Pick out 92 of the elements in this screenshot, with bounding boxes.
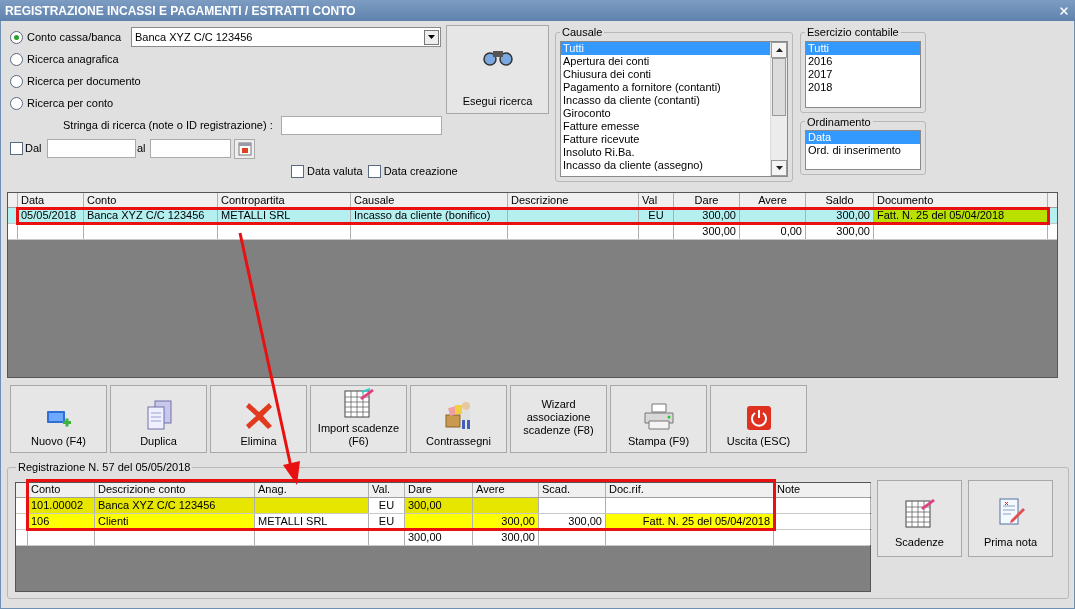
table-cell: EU: [639, 208, 674, 223]
radio-label[interactable]: Ricerca anagrafica: [27, 50, 119, 68]
table-cell: 300,00: [674, 208, 740, 223]
list-item[interactable]: 2018: [806, 80, 920, 94]
column-header[interactable]: Saldo: [806, 193, 874, 207]
column-header[interactable]: Scad.: [539, 482, 606, 497]
column-header[interactable]: Avere: [473, 482, 539, 497]
column-header[interactable]: Val.: [369, 482, 405, 497]
search-field[interactable]: [280, 116, 442, 135]
table-cell: METALLI SRL: [218, 208, 351, 223]
radio-button[interactable]: [10, 30, 23, 44]
list-item[interactable]: Fatture ricevute: [561, 132, 770, 146]
up-arrow-icon: [775, 47, 783, 52]
field-label: al: [136, 141, 147, 157]
table-cell: Banca XYZ C/C 123456: [84, 208, 218, 223]
checkbox-label[interactable]: Data valuta: [307, 163, 363, 180]
calendar-icon: [237, 141, 252, 156]
binoculars-icon: [482, 48, 513, 66]
list-item[interactable]: Pagamento a fornitore (contanti): [561, 80, 770, 94]
checkbox-label[interactable]: Data creazione: [383, 163, 458, 180]
radio-button[interactable]: [10, 52, 23, 66]
checkbox-label[interactable]: Dal: [25, 140, 47, 157]
toolbar-button[interactable]: Nuovo (F4): [10, 385, 107, 453]
table-cell: 0,00: [740, 224, 806, 239]
date-field[interactable]: [150, 139, 231, 158]
account-dropdown[interactable]: Banca XYZ C/C 123456: [131, 27, 441, 47]
table-cell: Incasso da cliente (bonifico): [351, 208, 508, 223]
list-item[interactable]: Incasso da cliente (contanti): [561, 93, 770, 107]
checkbox[interactable]: [291, 165, 304, 178]
checkbox[interactable]: [367, 165, 381, 178]
radio-button[interactable]: [10, 74, 23, 88]
toolbar-button[interactable]: Duplica: [110, 385, 207, 453]
table-cell: 05/05/2018: [18, 208, 84, 223]
dropdown-arrow-icon: [428, 35, 435, 39]
group-title: Ordinamento: [806, 114, 872, 130]
down-arrow-icon: [775, 165, 783, 170]
search-button[interactable]: Esegui ricerca: [446, 25, 549, 114]
window-title: REGISTRAZIONE INCASSI E PAGAMENTI / ESTRATTI CONTO: [5, 2, 356, 20]
toolbar-button[interactable]: Uscita (ESC): [710, 385, 807, 453]
table-cell: METALLI SRL: [255, 513, 369, 529]
table-cell: 300,00: [405, 529, 473, 545]
table-cell: 300,00: [473, 529, 539, 545]
group-title: Causale: [561, 25, 604, 40]
side-button[interactable]: Prima nota: [968, 479, 1053, 557]
date-field[interactable]: [47, 139, 136, 158]
column-header[interactable]: Avere: [740, 193, 806, 207]
group-title: Esercizio contabile: [806, 25, 900, 40]
list-item[interactable]: Ord. di inserimento: [806, 144, 920, 157]
radio-button[interactable]: [10, 96, 23, 110]
column-header[interactable]: Conto: [84, 193, 218, 207]
toolbar-button[interactable]: Import scadenze (F6): [310, 385, 407, 453]
group-title: Registrazione N. 57 del 05/05/2018: [17, 460, 192, 475]
column-header[interactable]: Descrizione conto: [95, 482, 255, 497]
column-header[interactable]: Doc.rif.: [606, 482, 774, 497]
list-item[interactable]: Insoluto Ri.Ba.: [561, 145, 770, 159]
table-cell: 300,00: [806, 224, 874, 239]
column-header[interactable]: Conto: [28, 482, 95, 497]
toolbar-button[interactable]: Elimina: [210, 385, 307, 453]
documents-icon: [144, 399, 173, 431]
toolbar-button[interactable]: Wizard associazione scadenze (F8): [510, 385, 607, 453]
column-header[interactable]: Dare: [405, 482, 473, 497]
list-item[interactable]: 2017: [806, 67, 920, 81]
column-header[interactable]: Dare: [674, 193, 740, 207]
close-icon[interactable]: [1058, 4, 1070, 17]
toolbar-button[interactable]: Contrassegni: [410, 385, 507, 453]
spreadsheet-icon: [902, 498, 937, 528]
column-header[interactable]: Documento: [874, 193, 1048, 207]
column-header[interactable]: Note: [774, 482, 871, 497]
radio-label[interactable]: Ricerca per conto: [27, 94, 114, 112]
printer-icon: [641, 401, 676, 431]
column-header[interactable]: Contropartita: [218, 193, 351, 207]
table-cell: 300,00: [674, 224, 740, 239]
radio-label[interactable]: Conto cassa/banca: [27, 28, 122, 46]
list-item[interactable]: Incasso da cliente (assegno): [561, 158, 770, 172]
column-header[interactable]: Val: [639, 193, 674, 207]
column-header[interactable]: Descrizione: [508, 193, 639, 207]
column-header[interactable]: Data: [18, 193, 84, 207]
list-item[interactable]: Apertura dei conti: [561, 54, 770, 68]
column-header[interactable]: Causale: [351, 193, 508, 207]
power-icon: [745, 405, 772, 431]
toolbar-button[interactable]: Stampa (F9): [610, 385, 707, 453]
spreadsheet-icon: [341, 388, 376, 418]
checkbox[interactable]: [10, 142, 23, 155]
side-button[interactable]: Scadenze: [877, 479, 962, 557]
field-label: Stringa di ricerca (note o ID registrazione) :: [63, 118, 273, 134]
list-item[interactable]: Fatture emesse: [561, 119, 770, 133]
calendar-button[interactable]: [234, 138, 255, 159]
radio-label[interactable]: Ricerca per documento: [27, 72, 141, 90]
list-item[interactable]: Chiusura dei conti: [561, 67, 770, 81]
list-item[interactable]: 2016: [806, 54, 920, 68]
scrollbar[interactable]: [770, 41, 787, 176]
list-item[interactable]: Giroconto: [561, 106, 770, 120]
